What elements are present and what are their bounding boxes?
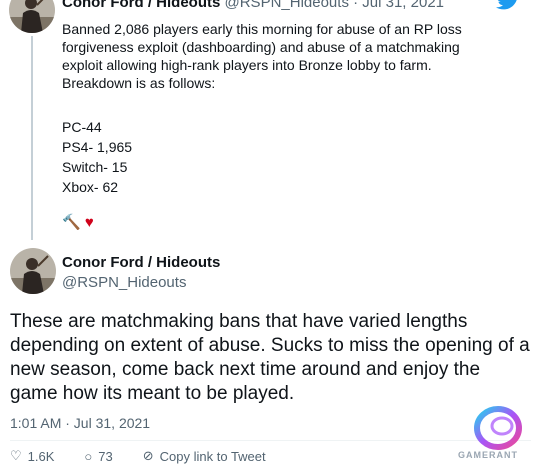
hammer-icon: 🔨 [62, 214, 81, 231]
like-count: 1.6K [27, 448, 55, 464]
thread-connector-line [31, 36, 33, 240]
like-button[interactable]: ♡ 1.6K [10, 446, 54, 466]
avatar[interactable] [9, 0, 55, 33]
tweet-timestamp[interactable]: 1:01 AM · Jul 31, 2021 [10, 414, 150, 432]
tweet-text-line: Banned 2,086 players early this morning … [62, 21, 462, 37]
reply-icon: ○ [84, 448, 93, 464]
link-icon: ⊘ [142, 448, 154, 463]
parent-tweet-author[interactable]: Conor Ford / Hideouts @RSPN_Hideouts · J… [62, 0, 444, 12]
breakdown-item-pc: PC-44 [62, 119, 102, 135]
copy-link-label: Copy link to Tweet [159, 448, 266, 464]
tweet-text-line: Breakdown is as follows: [62, 75, 216, 91]
parent-tweet-text: Banned 2,086 players early this morning … [62, 20, 502, 92]
emoji-row: 🔨 ♥ [62, 214, 94, 232]
tweet-text-line: forgiveness exploit (dashboarding) and a… [62, 39, 460, 55]
avatar[interactable] [10, 248, 56, 294]
watermark-logo [471, 404, 525, 452]
breakdown-item-xbox: Xbox- 62 [62, 179, 119, 195]
breakdown-item-ps4: PS4- 1,965 [62, 139, 133, 155]
handle[interactable]: @RSPN_Hideouts [62, 274, 186, 292]
handle-and-date[interactable]: @RSPN_Hideouts · Jul 31, 2021 [225, 0, 445, 11]
main-tweet-text: These are matchmaking bans that have var… [10, 311, 530, 404]
twitter-bird-icon [495, 0, 521, 10]
breakdown-item-switch: Switch- 15 [62, 159, 128, 175]
heart-icon: ♥ [84, 214, 94, 231]
reply-count: 73 [98, 448, 113, 464]
tweet-text-line: exploit allowing high-rank players into … [62, 57, 432, 73]
tweet-actions: ♡ 1.6K ○ 73 ⊘ Copy link to Tweet [10, 446, 470, 466]
watermark-text: GAMERANT [458, 450, 518, 460]
reply-button[interactable]: ○ 73 [84, 446, 112, 466]
copy-link-button[interactable]: ⊘ Copy link to Tweet [143, 446, 266, 466]
divider [10, 440, 531, 441]
display-name[interactable]: Conor Ford / Hideouts [62, 0, 220, 11]
ban-breakdown-list: PC-44 PS4- 1,965 Switch- 15 Xbox- 62 [62, 117, 132, 197]
heart-outline-icon: ♡ [10, 448, 22, 463]
display-name[interactable]: Conor Ford / Hideouts [62, 254, 220, 272]
